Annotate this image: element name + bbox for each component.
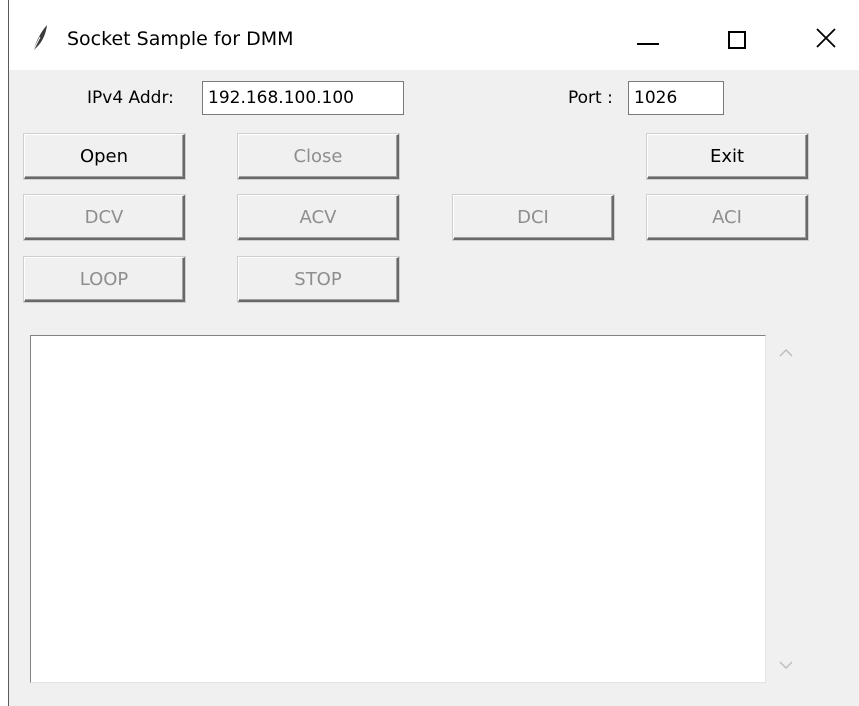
maximize-icon [728,31,746,49]
close-button[interactable]: Close [238,134,399,179]
output-text-area[interactable] [30,335,766,683]
ipv4-address-input[interactable] [202,81,404,115]
close-window-button[interactable] [803,14,849,66]
window-title: Socket Sample for DMM [67,28,294,50]
dci-button[interactable]: DCI [453,195,614,240]
feather-icon [31,24,49,52]
minimize-button[interactable] [625,14,671,66]
scroll-up-arrow-icon[interactable] [778,345,794,361]
aci-button[interactable]: ACI [647,195,808,240]
acv-button[interactable]: ACV [238,195,399,240]
vertical-scrollbar[interactable] [766,335,806,683]
title-bar[interactable]: Socket Sample for DMM [9,0,859,70]
minimize-icon [637,43,659,45]
exit-button[interactable]: Exit [647,134,808,179]
loop-button[interactable]: LOOP [24,257,185,302]
open-button[interactable]: Open [24,134,185,179]
app-window: Socket Sample for DMM IPv4 Addr: Port : … [8,0,859,706]
dcv-button[interactable]: DCV [24,195,185,240]
ipv4-address-label: IPv4 Addr: [87,88,174,108]
port-input[interactable] [628,81,724,115]
stop-button[interactable]: STOP [238,257,399,302]
maximize-button[interactable] [714,14,760,66]
close-icon [815,27,837,53]
port-label: Port : [568,88,613,108]
scroll-down-arrow-icon[interactable] [778,657,794,673]
